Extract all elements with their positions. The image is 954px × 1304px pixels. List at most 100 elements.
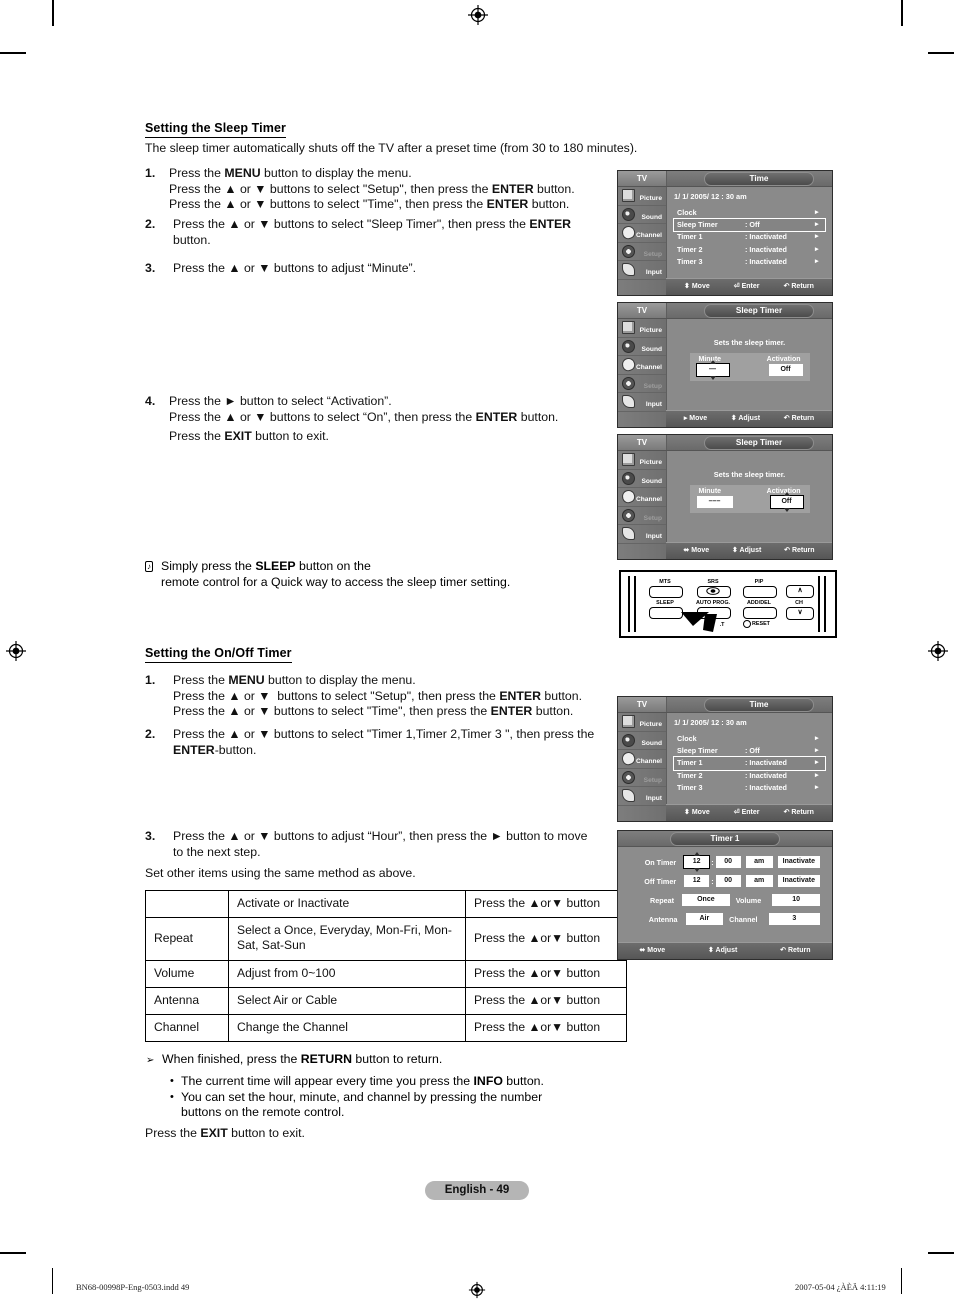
antenna-channel-row: Antenna Air Channel 3 [630, 913, 821, 925]
on-timer-ampm-field[interactable]: am [745, 856, 773, 868]
off-timer-minute-field[interactable]: 00 [715, 875, 741, 887]
sleep-timer-intro: The sleep timer automatically shuts off … [145, 141, 638, 155]
osd-time-menu-2: TV Time Picture Sound Channel Setup Inpu… [617, 696, 833, 822]
sidebar-item-setup[interactable]: Setup [618, 375, 666, 393]
minute-field[interactable]: ––– [696, 496, 733, 508]
sidebar-item-label: Channel [635, 364, 662, 371]
osd-row-timer-1[interactable]: Timer 1: Inactivated ► [674, 231, 825, 243]
volume-field[interactable]: 10 [772, 894, 820, 906]
osd-row-label: Clock [677, 208, 697, 217]
input-icon [622, 395, 635, 408]
ch-up-button[interactable]: ∧ [786, 585, 814, 598]
add-del-button[interactable] [743, 607, 777, 619]
osd-row-sleep-timer[interactable]: Sleep Timer: Off ► [673, 218, 826, 233]
table-row: Channel Change the Channel Press the ▲or… [145, 1014, 627, 1043]
channel-field[interactable]: 3 [768, 913, 821, 925]
osd-footer-enter: ⏎ Enter [733, 809, 760, 816]
sidebar-item-input[interactable]: Input [618, 787, 666, 806]
osd-sleep-timer-1: TV Sleep Timer Picture Sound Channel Set… [617, 302, 833, 428]
osd-row-timer-3[interactable]: Timer 3: Inactivated ► [674, 256, 825, 268]
sidebar-item-channel[interactable]: Channel [618, 224, 666, 243]
remote-edge-right-1 [818, 576, 820, 632]
on-timer-minute-field[interactable]: 00 [715, 856, 741, 868]
sleep-button[interactable] [649, 607, 683, 619]
sidebar-item-channel[interactable]: Channel [618, 750, 666, 769]
sidebar-item-label: Channel [635, 232, 662, 239]
sidebar-item-channel[interactable]: Channel [618, 488, 666, 507]
osd-row-clock[interactable]: Clock ► [674, 207, 825, 219]
channel-icon [620, 356, 637, 373]
onoff-step-3-line-2: to the next step. [173, 844, 261, 859]
sleep-step-1: 1. Press the MENU button to display the … [145, 166, 595, 213]
mts-button[interactable] [649, 586, 683, 598]
sidebar-item-input[interactable]: Input [618, 525, 666, 544]
sidebar-item-label: Sound [641, 213, 662, 221]
sleep-timer-box: Minute Activation ––– Off [689, 485, 810, 513]
sidebar-item-sound[interactable]: Sound [618, 470, 666, 488]
osd-header: TV Time [618, 171, 832, 187]
sidebar-item-label: Setup [643, 250, 662, 258]
sidebar-item-picture[interactable]: Picture [618, 319, 666, 338]
ch-down-button[interactable]: ∨ [786, 607, 814, 620]
sidebar-item-sound[interactable]: Sound [618, 338, 666, 356]
section-heading-sleep-timer: Setting the Sleep Timer [145, 121, 286, 138]
off-timer-ampm-field[interactable]: am [745, 875, 773, 887]
sidebar-item-picture[interactable]: Picture [618, 451, 666, 470]
off-timer-activation-field[interactable]: Inactivate [777, 875, 820, 887]
sound-icon [622, 339, 635, 353]
onoff-step-3: 3. Press the ▲ or ▼ buttons to adjust “H… [145, 829, 595, 860]
sidebar-item-label: Picture [639, 195, 662, 202]
sidebar-item-setup[interactable]: Setup [618, 243, 666, 261]
table-cell-label: Antenna [145, 986, 229, 1016]
osd-tv-label: TV [618, 435, 667, 450]
picture-icon [622, 321, 635, 334]
sidebar-item-input[interactable]: Input [618, 261, 666, 280]
osd-row-value: : Inactivated [745, 244, 787, 254]
activation-field[interactable]: Off [768, 364, 803, 376]
sidebar-item-channel[interactable]: Channel [618, 356, 666, 375]
osd-row-sleep-timer[interactable]: Sleep Timer: Off ► [674, 745, 825, 757]
osd-footer: ▸ Move ⬍ Adjust ↶ Return [666, 410, 832, 427]
sidebar-item-sound[interactable]: Sound [618, 732, 666, 750]
channel-icon [620, 488, 637, 505]
on-timer-activation-field[interactable]: Inactivate [777, 856, 820, 868]
onoff-step-1-line-1: Press the MENU button to display the men… [173, 673, 416, 687]
input-icon [622, 263, 635, 276]
repeat-field[interactable]: Once [681, 894, 730, 906]
add-del-label: ADD/DEL [747, 600, 771, 606]
minute-field[interactable]: — [695, 360, 730, 380]
chevron-right-icon: ► [813, 783, 820, 791]
caret-up-icon [783, 492, 790, 496]
sidebar-item-setup[interactable]: Setup [618, 769, 666, 787]
activation-field[interactable]: Off [769, 492, 804, 512]
sleep-step-1-line-3: Press the ▲ or ▼ buttons to select "Time… [169, 197, 570, 212]
sidebar-item-picture[interactable]: Picture [618, 713, 666, 732]
sidebar-item-setup[interactable]: Setup [618, 507, 666, 525]
onoff-step-1-number: 1. [145, 673, 156, 687]
osd-row-timer-1[interactable]: Timer 1: Inactivated ► [673, 756, 826, 771]
sidebar-item-input[interactable]: Input [618, 393, 666, 412]
onoff-step-3-line-1: Press the ▲ or ▼ buttons to adjust “Hour… [173, 829, 588, 843]
osd-row-timer-2[interactable]: Timer 2: Inactivated ► [674, 244, 825, 256]
sidebar-item-picture[interactable]: Picture [618, 187, 666, 206]
arrow-note-icon: ➢ [146, 1055, 155, 1066]
on-timer-hour-field[interactable]: 12 [683, 852, 711, 872]
osd-tv-label: TV [618, 303, 667, 318]
chevron-right-icon: ► [813, 759, 820, 767]
osd-row-timer-3[interactable]: Timer 3: Inactivated ► [674, 782, 825, 794]
osd-row-timer-2[interactable]: Timer 2: Inactivated ► [674, 770, 825, 782]
osd-footer-return: ↶ Return [783, 415, 815, 422]
sidebar-item-label: Input [645, 269, 662, 276]
sleep-step-1-line-1: Press the MENU button to display the men… [169, 166, 412, 180]
sleep-step-2-body: Press the ▲ or ▼ buttons to select "Slee… [173, 217, 572, 247]
sleep-timer-fields: ––– Off [695, 492, 805, 512]
onoff-step-2: 2. Press the ▲ or ▼ buttons to select "T… [145, 727, 595, 758]
osd-footer: ⬌ Move ⬍ Adjust ↶ Return [618, 942, 832, 959]
antenna-field[interactable]: Air [685, 913, 724, 925]
osd-footer-return: ↶ Return [783, 283, 814, 290]
off-timer-hour-field[interactable]: 12 [684, 875, 710, 887]
osd-row-clock[interactable]: Clock ► [674, 733, 825, 745]
pip-button[interactable] [743, 586, 777, 598]
sidebar-item-sound[interactable]: Sound [618, 206, 666, 224]
osd-row-label: Timer 2 [677, 770, 703, 780]
